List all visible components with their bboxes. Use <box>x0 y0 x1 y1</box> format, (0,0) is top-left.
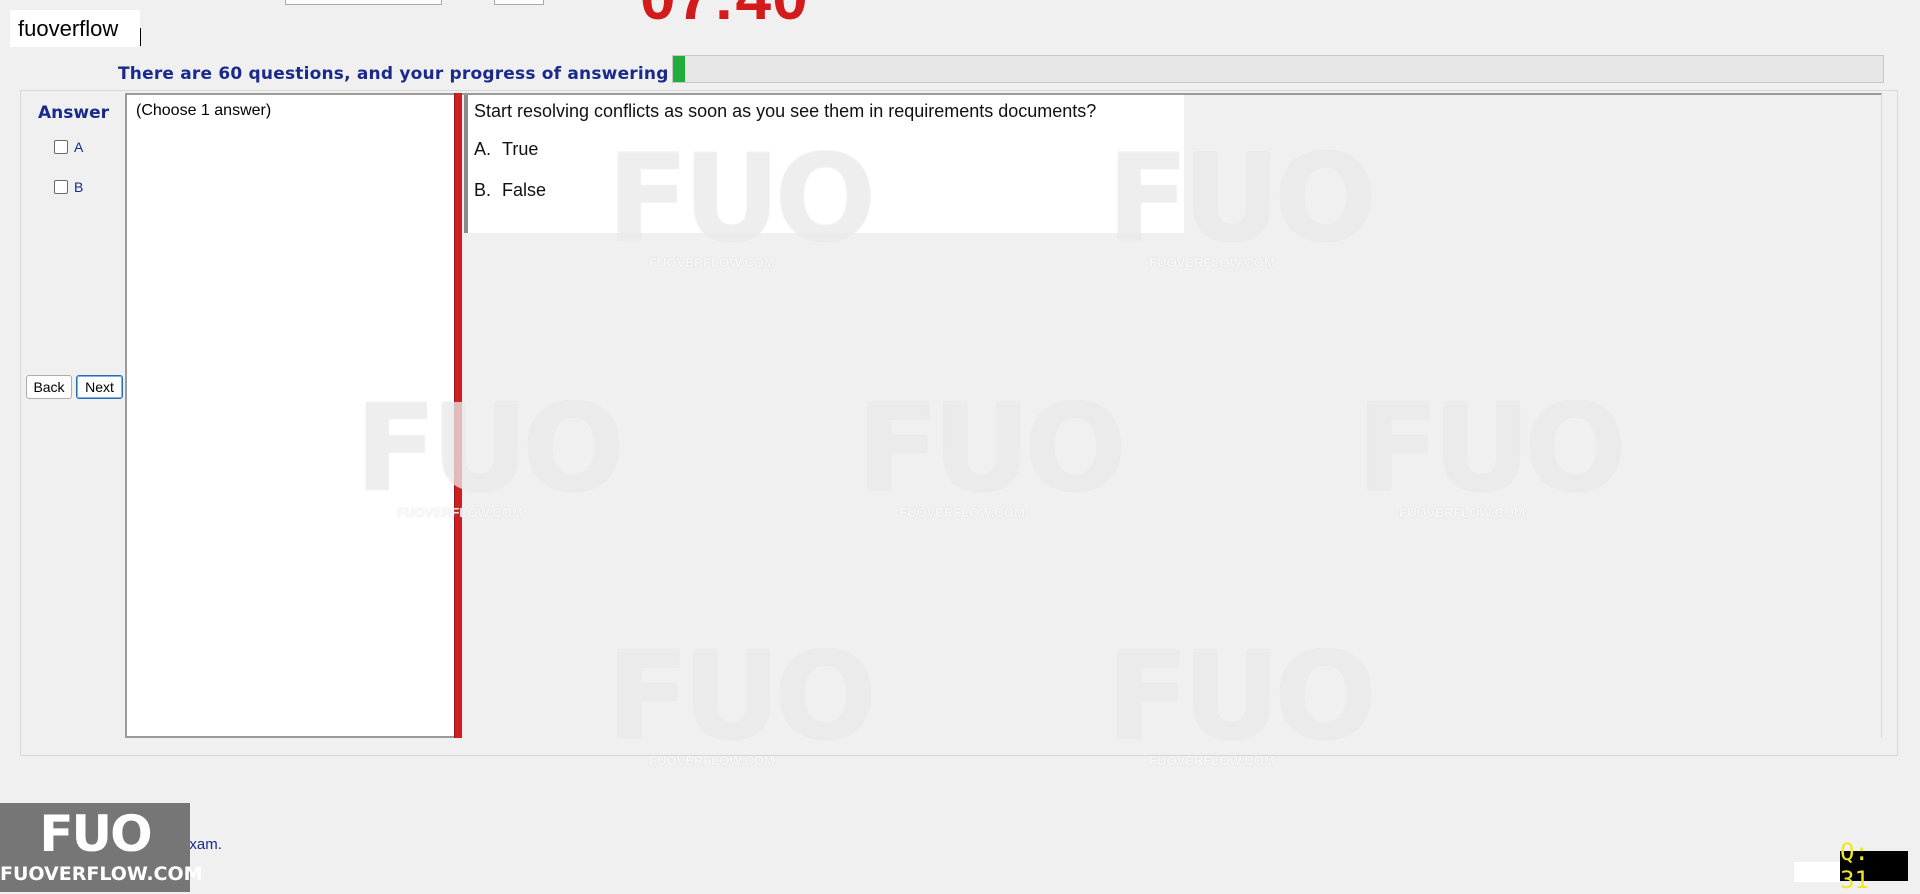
progress-text: There are 60 questions, and your progres… <box>118 64 692 84</box>
countdown-timer: 07:40 <box>640 0 809 34</box>
choice-b: B. False <box>474 180 546 201</box>
counter-backdrop <box>1794 862 1840 882</box>
watermark: FUO FUOVERFLOW.COM <box>857 380 1126 521</box>
watermark: FUO FUOVERFLOW.COM <box>1107 628 1376 769</box>
answer-option-a[interactable]: A <box>54 139 83 155</box>
question-text: Start resolving conflicts as soon as you… <box>474 101 1097 121</box>
logo-subtext: FUOVERFLOW.COM <box>0 863 203 885</box>
answer-option-label: A <box>74 139 84 155</box>
back-button[interactable]: Back <box>26 375 72 399</box>
text-caret <box>140 28 141 46</box>
choice-letter: B. <box>474 180 492 200</box>
choice-a: A. True <box>474 139 538 160</box>
progress-fill <box>673 56 686 82</box>
choice-text: False <box>502 180 547 200</box>
watermark: FUO FUOVERFLOW.COM <box>607 130 876 271</box>
next-button[interactable]: Next <box>76 375 123 399</box>
answer-option-label: B <box>74 179 84 195</box>
question-counter: Q: 31 <box>1840 838 1908 894</box>
logo-text: FUO <box>39 805 152 863</box>
exam-code-field[interactable] <box>285 0 442 5</box>
answer-heading: Answer <box>38 103 109 123</box>
choice-letter: A. <box>474 139 492 159</box>
answer-option-b[interactable]: B <box>54 179 83 195</box>
watermark: FUO FUOVERFLOW.COM <box>355 380 624 521</box>
choice-text: True <box>502 139 539 159</box>
font-size-field[interactable] <box>494 0 544 5</box>
fuoverflow-logo: FUO FUOVERFLOW.COM <box>0 803 203 892</box>
watermark: FUO FUOVERFLOW.COM <box>607 628 876 769</box>
answer-b-checkbox[interactable] <box>54 180 68 194</box>
progress-bar <box>672 55 1884 83</box>
brand-label: fuoverflow <box>10 10 140 47</box>
answer-a-checkbox[interactable] <box>54 140 68 154</box>
choose-hint: (Choose 1 answer) <box>136 102 272 119</box>
watermark: FUO FUOVERFLOW.COM <box>1107 130 1376 271</box>
watermark: FUO FUOVERFLOW.COM <box>1357 380 1626 521</box>
